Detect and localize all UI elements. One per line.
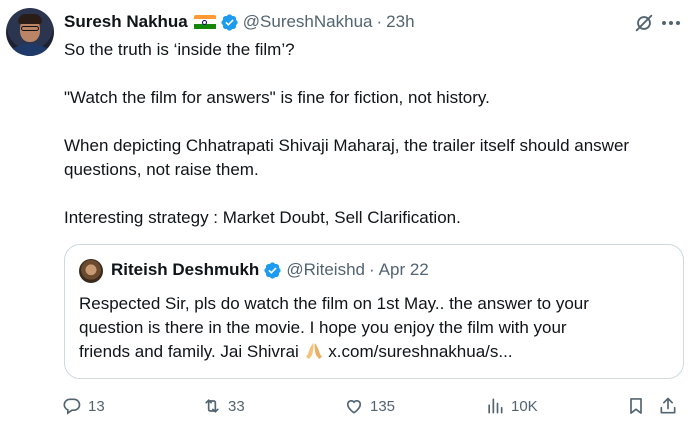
quoted-author-name[interactable]: Riteish Deshmukh [111,260,259,280]
post-header: Suresh Nakhua @SureshNakhua · 23h [64,10,415,34]
post-line: "Watch the film for answers" is fine for… [64,88,490,107]
avatar-shirt [10,44,50,56]
separator-dot: · [376,12,383,31]
repost-button[interactable]: 33 [202,394,245,418]
post-line: Interesting strategy : Market Doubt, Sel… [64,208,461,227]
quoted-author-avatar[interactable] [79,259,103,283]
share-button[interactable] [658,394,678,418]
quoted-line: question is there in the movie. I hope y… [79,318,567,337]
quoted-link[interactable]: x.com/sureshnakhua/s... [324,342,512,361]
share-icon [660,397,676,414]
quoted-post-header: Riteish Deshmukh @Riteishd · Apr 22 [111,260,429,280]
quoted-post-time[interactable]: Apr 22 [379,260,429,280]
folded-hands-emoji-icon [305,343,322,359]
avatar-hair [18,14,42,24]
post-line: questions, not raise them. [64,160,259,179]
views-button[interactable]: 10K [485,394,538,418]
bookmark-button[interactable] [626,394,646,418]
quoted-line: friends and family. Jai Shivrai x.com/su… [79,342,513,361]
quoted-post[interactable]: Riteish Deshmukh @Riteishd · Apr 22 Resp… [64,244,684,379]
bookmark-icon [630,398,642,414]
repost-count: 33 [228,397,245,415]
repost-icon [205,399,219,413]
post-text: So the truth is ‘inside the film’? "Watc… [64,38,700,230]
author-name[interactable]: Suresh Nakhua [64,12,188,32]
like-count: 135 [370,397,396,415]
india-flag-icon [193,14,216,30]
reply-button[interactable]: 13 [62,394,105,418]
views-icon [488,398,503,414]
post-time[interactable]: 23h [386,12,414,32]
views-count: 10K [511,397,538,415]
post-line: So the truth is ‘inside the film’? [64,40,295,59]
quoted-author-handle[interactable]: @Riteishd [286,260,365,280]
separator-dot: · [369,260,375,279]
action-bar: 13 33 135 10K [62,394,682,418]
reply-count: 13 [88,397,105,415]
author-avatar[interactable] [6,8,54,56]
author-handle[interactable]: @SureshNakhua [243,12,373,32]
avatar-glasses [21,26,39,31]
quoted-line: Respected Sir, pls do watch the film on … [79,294,589,313]
more-icon[interactable] [662,21,680,25]
like-button[interactable]: 135 [344,394,395,418]
verified-badge-icon [221,13,238,31]
reply-icon [63,398,81,415]
grok-icon[interactable] [633,12,655,34]
quoted-post-text: Respected Sir, pls do watch the film on … [79,292,679,364]
post-line: When depicting Chhatrapati Shivaji Mahar… [64,136,630,155]
heart-icon [346,400,362,414]
verified-badge-icon [264,261,281,279]
